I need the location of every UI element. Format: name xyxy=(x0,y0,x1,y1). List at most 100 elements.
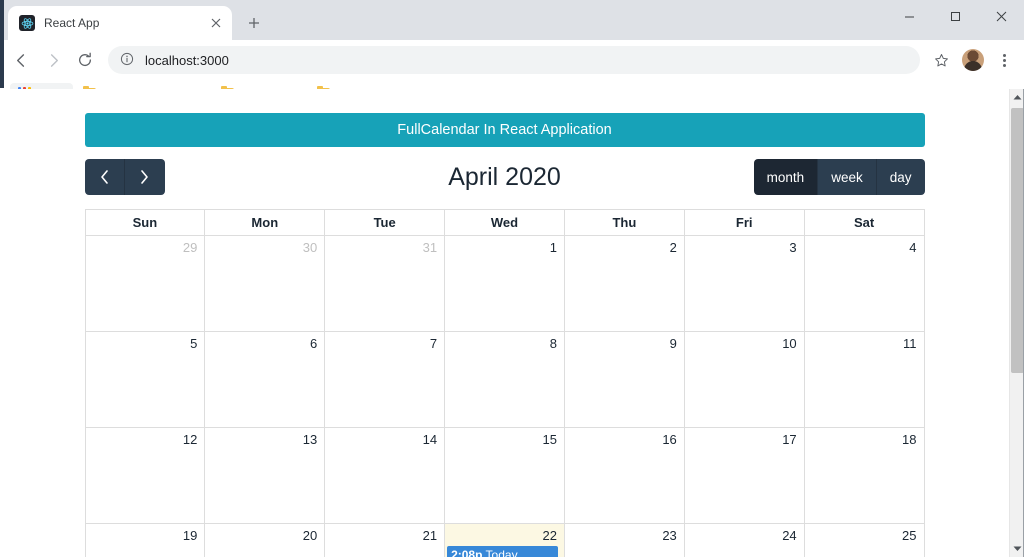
url-text: localhost:3000 xyxy=(145,52,229,68)
app-container: FullCalendar In React Application April … xyxy=(84,89,925,557)
browser-toolbar: localhost:3000 xyxy=(0,40,1024,80)
day-number: 10 xyxy=(782,336,797,351)
day-number: 11 xyxy=(903,336,917,351)
calendar-weeks: 29 30 31 1 2 3 4 5 6 7 8 9 10 11 12 13 14 15 16 17 18 19 20 21 2… xyxy=(85,236,924,557)
close-window-button[interactable] xyxy=(978,0,1024,32)
star-icon[interactable] xyxy=(928,47,954,73)
day-number: 5 xyxy=(190,336,198,351)
calendar-day-cell[interactable]: 17 xyxy=(685,428,805,523)
caret-up-icon[interactable] xyxy=(1010,89,1024,106)
page-scrollbar[interactable] xyxy=(1009,89,1024,557)
day-number: 23 xyxy=(662,528,677,543)
calendar-day-cell[interactable]: 21 xyxy=(325,524,446,557)
tab-strip: React App xyxy=(0,0,1024,88)
calendar-day-cell[interactable]: 7 xyxy=(325,332,446,427)
prev-button[interactable] xyxy=(84,159,125,195)
arrow-right-icon[interactable] xyxy=(38,45,68,75)
day-number: 31 xyxy=(422,240,438,255)
calendar-day-cell[interactable]: 31 xyxy=(325,236,446,331)
day-number: 13 xyxy=(302,432,318,447)
view-button-month[interactable]: month xyxy=(753,159,819,195)
page-content: FullCalendar In React Application April … xyxy=(0,89,1009,557)
calendar-day-cell[interactable]: 8 xyxy=(445,332,565,427)
day-number: 2 xyxy=(669,240,677,255)
day-number: 22 xyxy=(542,528,557,543)
arrow-left-icon[interactable] xyxy=(6,45,36,75)
event-time: 2:08p xyxy=(451,548,483,557)
calendar-weekday-header: Sun Mon Tue Wed Thu Fri Sat xyxy=(85,210,924,236)
day-number: 12 xyxy=(182,432,198,447)
calendar-day-cell[interactable]: 6 xyxy=(205,332,326,427)
calendar-day-cell[interactable]: 13 xyxy=(205,428,326,523)
minimize-button[interactable] xyxy=(886,0,932,32)
window-controls xyxy=(886,0,1024,32)
app-banner: FullCalendar In React Application xyxy=(84,113,925,147)
event-title: Today xyxy=(482,548,518,557)
avatar[interactable] xyxy=(962,49,984,71)
calendar-day-cell[interactable]: 24 xyxy=(685,524,805,557)
day-number: 8 xyxy=(549,336,557,351)
calendar-grid: Sun Mon Tue Wed Thu Fri Sat 29 30 31 1 2 3 4 5 6… xyxy=(84,209,925,557)
calendar-day-cell[interactable]: 16 xyxy=(565,428,685,523)
maximize-button[interactable] xyxy=(932,0,978,32)
calendar-toolbar: April 2020 month week day xyxy=(84,159,925,195)
calendar-event[interactable]: 2:08p Today xyxy=(447,546,558,557)
window-edge-strip xyxy=(0,0,4,88)
day-number: 18 xyxy=(902,432,917,447)
day-number: 1 xyxy=(549,240,557,255)
calendar-day-cell[interactable]: 19 xyxy=(86,524,206,557)
day-number: 20 xyxy=(302,528,318,543)
next-button[interactable] xyxy=(124,159,165,195)
three-dot-menu-icon[interactable] xyxy=(992,47,1016,73)
calendar-week-row: 29 30 31 1 2 3 4 xyxy=(85,236,924,332)
browser-window: React App localhost:3000 FullCalendar In… xyxy=(0,0,1024,557)
day-events: 2:08p Today xyxy=(445,543,560,557)
view-button-day[interactable]: day xyxy=(876,159,925,195)
calendar-day-cell[interactable]: 23 xyxy=(565,524,685,557)
calendar-day-cell[interactable]: 15 xyxy=(445,428,565,523)
day-number: 15 xyxy=(542,432,557,447)
reload-icon[interactable] xyxy=(70,45,100,75)
calendar-week-row: 5 6 7 8 9 10 11 xyxy=(85,332,924,428)
day-number: 14 xyxy=(422,432,438,447)
day-number: 4 xyxy=(909,240,917,255)
view-button-week[interactable]: week xyxy=(818,159,877,195)
calendar-day-cell[interactable]: 30 xyxy=(205,236,326,331)
calendar-day-cell-today[interactable]: 22 2:08p Today xyxy=(445,524,565,557)
day-number: 25 xyxy=(902,528,917,543)
tab-title: React App xyxy=(44,16,100,30)
calendar-day-cell[interactable]: 20 xyxy=(205,524,326,557)
page-viewport: FullCalendar In React Application April … xyxy=(0,89,1024,557)
calendar-day-cell[interactable]: 3 xyxy=(685,236,805,331)
calendar-day-cell[interactable]: 29 xyxy=(86,236,206,331)
calendar-day-cell[interactable]: 12 xyxy=(86,428,206,523)
weekday-tue: Tue xyxy=(325,210,446,235)
calendar-day-cell[interactable]: 9 xyxy=(565,332,685,427)
close-icon[interactable] xyxy=(208,15,224,31)
day-number: 6 xyxy=(309,336,318,351)
day-number: 24 xyxy=(782,528,797,543)
calendar-day-cell[interactable]: 1 xyxy=(445,236,565,331)
react-logo-icon xyxy=(19,15,35,31)
day-number: 9 xyxy=(669,336,677,351)
calendar-day-cell[interactable]: 18 xyxy=(805,428,924,523)
day-number: 7 xyxy=(429,336,438,351)
calendar-day-cell[interactable]: 5 xyxy=(86,332,206,427)
caret-down-icon[interactable] xyxy=(1010,540,1024,557)
weekday-thu: Thu xyxy=(565,210,685,235)
weekday-mon: Mon xyxy=(205,210,326,235)
info-circle-icon[interactable] xyxy=(120,52,136,68)
browser-tab[interactable]: React App xyxy=(8,6,232,40)
calendar-day-cell[interactable]: 4 xyxy=(805,236,924,331)
calendar-day-cell[interactable]: 10 xyxy=(685,332,805,427)
calendar-day-cell[interactable]: 2 xyxy=(565,236,685,331)
address-bar[interactable]: localhost:3000 xyxy=(108,46,920,74)
new-tab-button[interactable] xyxy=(240,9,268,37)
calendar-day-cell[interactable]: 14 xyxy=(325,428,446,523)
calendar-day-cell[interactable]: 11 xyxy=(805,332,924,427)
weekday-wed: Wed xyxy=(445,210,565,235)
weekday-sat: Sat xyxy=(853,215,875,230)
calendar-nav-group xyxy=(84,159,165,195)
calendar-day-cell[interactable]: 25 xyxy=(805,524,924,557)
calendar-view-group: month week day xyxy=(753,159,925,195)
